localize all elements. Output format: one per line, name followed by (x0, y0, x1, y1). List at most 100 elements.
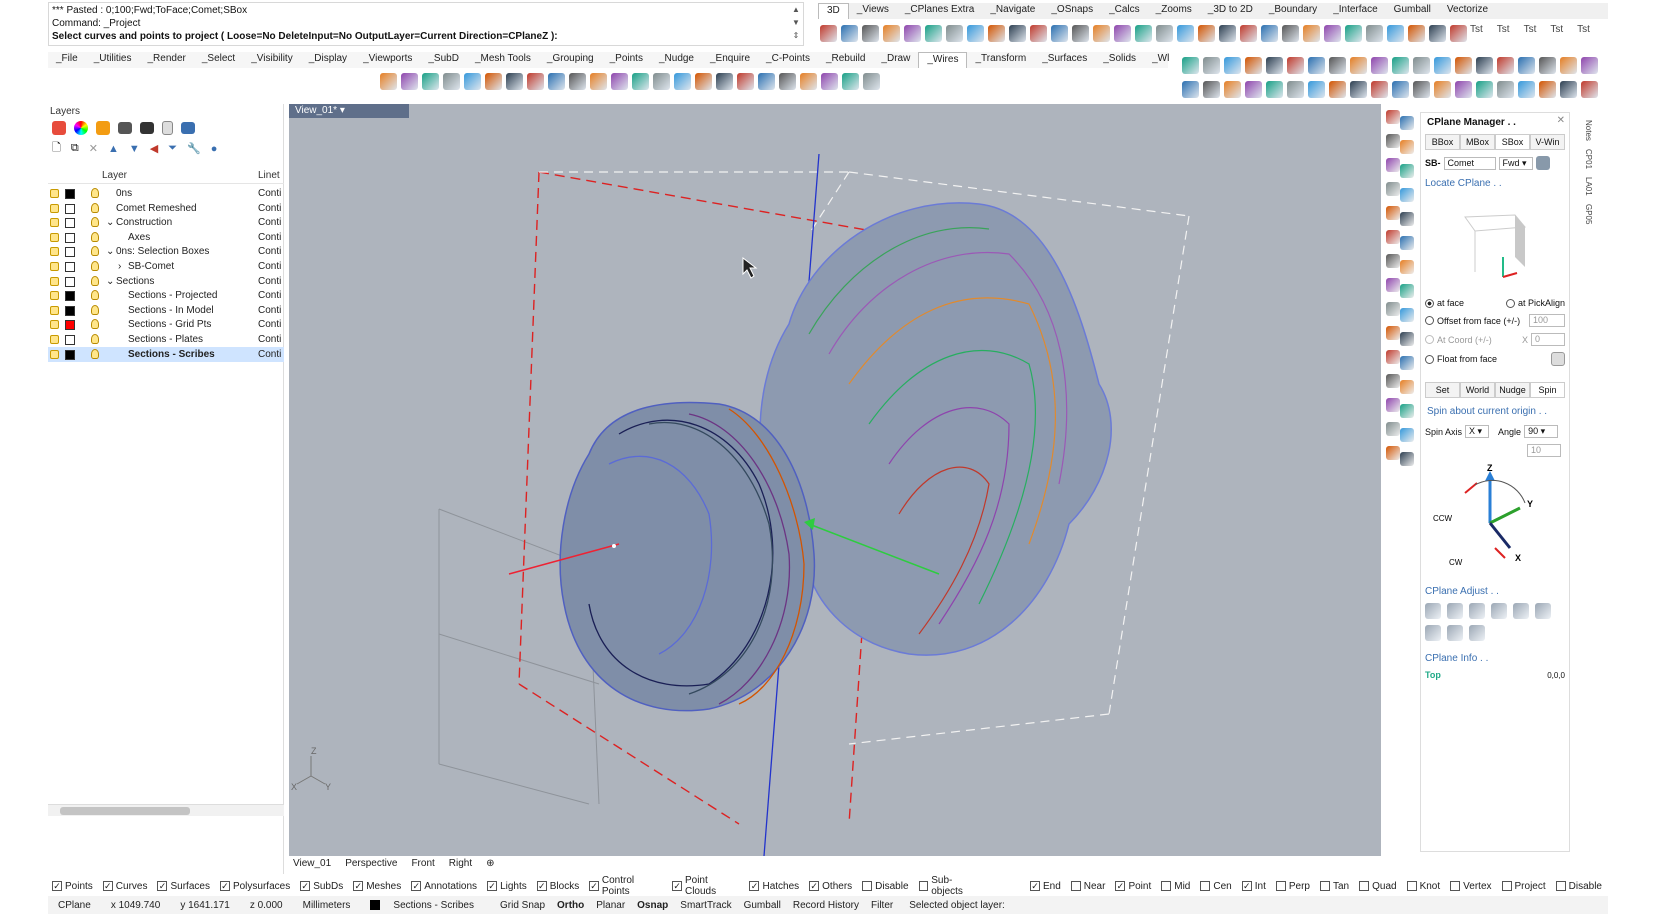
checkbox-box[interactable] (1070, 881, 1081, 891)
tools-icon[interactable]: 🔧 (187, 142, 201, 155)
layer-color-swatch[interactable] (65, 247, 75, 258)
toolbar-tool-icon[interactable] (1287, 56, 1304, 74)
filter-checkbox[interactable]: ✓ Point Clouds (672, 875, 739, 897)
command-scrollbar[interactable]: ▲ ▼ ⇕ (789, 3, 803, 45)
toolbar-tool-icon[interactable] (1345, 24, 1362, 42)
bulb-icon[interactable] (91, 246, 99, 257)
toolbar-tool-icon[interactable] (1476, 56, 1493, 74)
toolbar-tool-icon[interactable] (1203, 56, 1220, 74)
filter-checkbox[interactable]: ✓ Lights (487, 875, 527, 897)
checkbox-box[interactable]: ✓ (672, 881, 682, 891)
toolbar-tool-icon[interactable] (1560, 56, 1577, 74)
toolbar-tool-icon[interactable] (1539, 80, 1556, 98)
side-tool-icon[interactable] (1386, 230, 1400, 244)
lock-icon[interactable] (50, 335, 59, 344)
coord-radio[interactable] (1425, 335, 1434, 344)
status-units[interactable]: Millimeters (293, 900, 361, 911)
toolbar-tool-icon[interactable] (506, 72, 523, 90)
side-tool-icon[interactable] (1386, 110, 1400, 124)
side-tool-icon[interactable] (1400, 116, 1414, 130)
top-tab[interactable]: _OSnaps (1043, 3, 1101, 19)
side-tab[interactable]: GP05 (1584, 204, 1593, 224)
bulb-icon[interactable] (91, 261, 99, 271)
bulb-icon[interactable] (91, 202, 99, 213)
adjust-tool-icon[interactable] (1491, 603, 1507, 619)
cplane-sub-tab[interactable]: Set (1425, 382, 1460, 398)
toolbar-tool-icon[interactable] (485, 72, 502, 90)
toolbar-tool-icon[interactable] (1497, 56, 1514, 74)
toolbar-tool-icon[interactable] (464, 72, 481, 90)
move-down-icon[interactable]: ▼ (129, 143, 140, 155)
coord-input[interactable]: 0 (1531, 333, 1565, 346)
step-input[interactable]: 10 (1527, 444, 1561, 457)
checkbox-box[interactable]: ✓ (157, 881, 168, 891)
toolbar-tool-icon[interactable] (1450, 24, 1467, 42)
toolbar-tool-icon[interactable] (716, 72, 733, 90)
toolbar-tool-icon[interactable] (1413, 80, 1430, 98)
layer-row[interactable]: Sections - In Model Conti (48, 303, 284, 318)
toolbar-tool-icon[interactable] (1476, 80, 1493, 98)
side-tool-icon[interactable] (1386, 350, 1400, 364)
checkbox-box[interactable]: ✓ (300, 881, 311, 891)
main-tab[interactable]: _Render (139, 52, 193, 68)
toolbar-tool-icon[interactable] (1182, 80, 1199, 98)
tst-button[interactable]: Tst (1524, 24, 1537, 42)
checkbox-box[interactable] (1161, 881, 1172, 891)
toolbar-tool-icon[interactable] (1224, 80, 1241, 98)
main-tab[interactable]: _Wl (1144, 52, 1177, 68)
expander-icon[interactable]: › (118, 259, 121, 274)
bulb-icon[interactable] (91, 348, 99, 359)
spin-link[interactable]: Spin about current origin . . (1427, 406, 1563, 417)
offset-input[interactable]: 100 (1529, 314, 1565, 327)
col-linetype[interactable]: Linet (258, 170, 280, 181)
toolbar-tool-icon[interactable] (821, 72, 838, 90)
toolbar-tool-icon[interactable] (548, 72, 565, 90)
layer-color-swatch[interactable] (65, 203, 75, 214)
toolbar-tool-icon[interactable] (1308, 80, 1325, 98)
toolbar-tool-icon[interactable] (1177, 24, 1194, 42)
main-tab[interactable]: _Wires (918, 52, 968, 68)
toolbar-tool-icon[interactable] (527, 72, 544, 90)
status-cplane[interactable]: CPlane (48, 900, 101, 911)
main-tab[interactable]: _SubD (420, 52, 467, 68)
toolbar-tool-icon[interactable] (1266, 80, 1283, 98)
lock-icon[interactable] (50, 349, 59, 359)
layer-color-swatch[interactable] (65, 291, 75, 302)
toolbar-tool-icon[interactable] (1308, 56, 1325, 74)
bulb-icon[interactable] (91, 319, 99, 330)
lock-icon[interactable] (50, 218, 59, 228)
toolbar-tool-icon[interactable] (1182, 56, 1199, 74)
toolbar-tool-icon[interactable] (401, 72, 418, 90)
toolbar-tool-icon[interactable] (1009, 24, 1026, 42)
layer-color-swatch[interactable] (65, 232, 75, 243)
main-tab[interactable]: _Nudge (651, 52, 702, 68)
toolbar-tool-icon[interactable] (1392, 80, 1409, 98)
checkbox-box[interactable]: ✓ (589, 881, 599, 891)
cplane-tab[interactable]: V-Win (1530, 134, 1565, 150)
filter-checkbox[interactable]: ✓ Hatches (749, 875, 799, 897)
side-tool-icon[interactable] (1386, 254, 1400, 268)
cplane-sub-tab[interactable]: World (1460, 382, 1495, 398)
toolbar-tool-icon[interactable] (841, 24, 858, 42)
layer-color-swatch[interactable] (65, 276, 75, 287)
top-tab[interactable]: _3D to 2D (1200, 3, 1261, 19)
toolbar-tool-icon[interactable] (1371, 56, 1388, 74)
checkbox-box[interactable]: ✓ (353, 881, 364, 891)
command-history[interactable]: *** Pasted : 0;100;Fwd;ToFace;Comet;SBox… (48, 2, 804, 46)
toolbar-tool-icon[interactable] (1135, 24, 1152, 42)
toolbar-tool-icon[interactable] (820, 24, 837, 42)
filter-checkbox[interactable]: Perp (1275, 881, 1310, 892)
viewport-title[interactable]: View_01* ▾ (289, 104, 409, 118)
toolbar-tool-icon[interactable] (988, 24, 1005, 42)
checkbox-box[interactable]: ✓ (1029, 881, 1040, 891)
toolbar-tool-icon[interactable] (904, 24, 921, 42)
layer-row[interactable]: Sections - Projected Conti (48, 288, 284, 303)
side-tool-icon[interactable] (1400, 404, 1414, 418)
layer-row[interactable]: Sections - Grid Pts Conti (48, 317, 284, 332)
toolbar-tool-icon[interactable] (1497, 80, 1514, 98)
filter-checkbox[interactable]: Disable (862, 875, 909, 897)
side-tool-icon[interactable] (1400, 284, 1414, 298)
viewport-canvas[interactable]: Z X Y (289, 104, 1381, 857)
toolbar-tool-icon[interactable] (1539, 56, 1556, 74)
toolbar-tool-icon[interactable] (925, 24, 942, 42)
